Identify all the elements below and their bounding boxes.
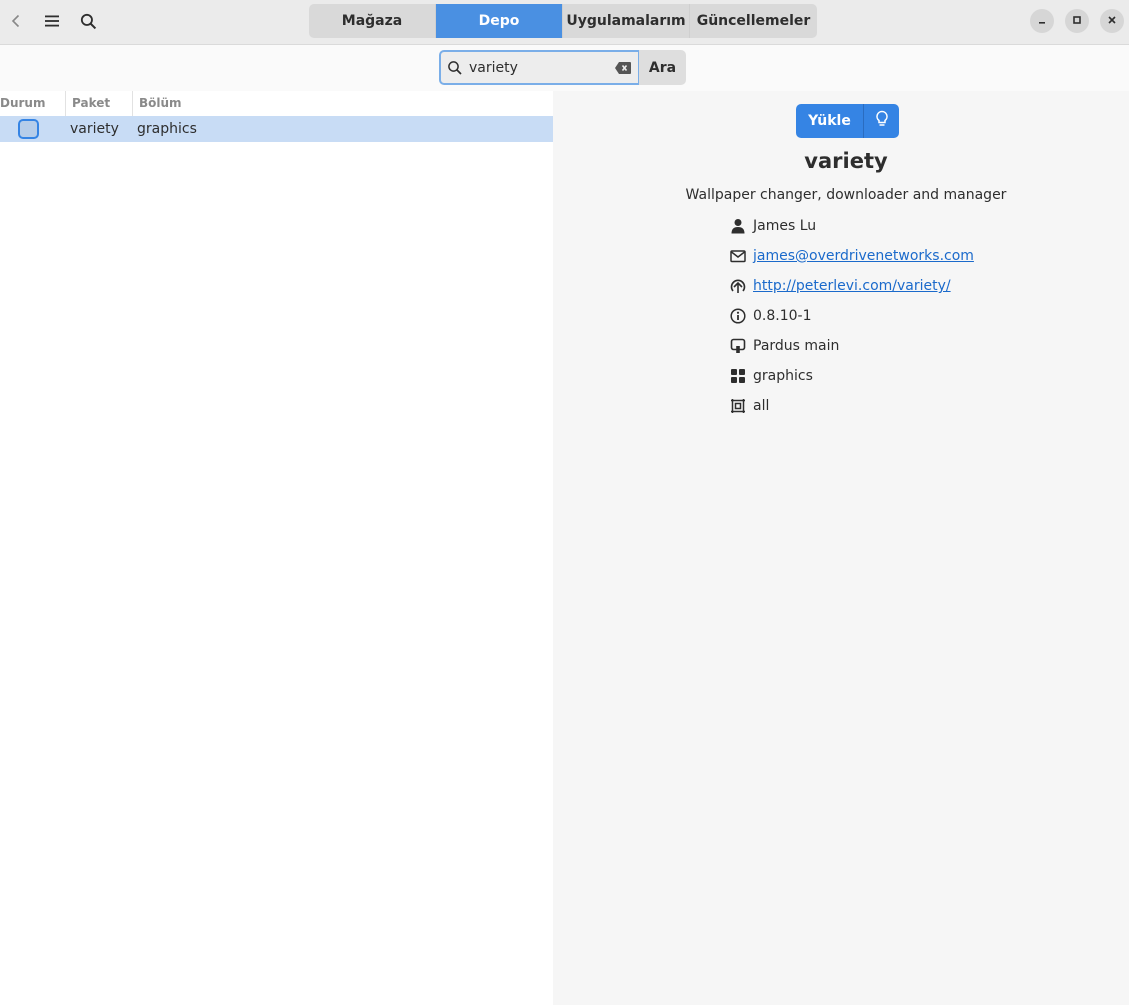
architecture-row: all (729, 395, 769, 417)
hamburger-menu-icon (44, 13, 60, 29)
chevron-left-icon (8, 13, 24, 29)
search-icon (80, 13, 97, 30)
tab-guncellemeler[interactable]: Güncellemeler (690, 4, 817, 38)
search-bar: Ara (0, 45, 1129, 91)
package-list: Durum Paket Bölüm variety graphics (0, 91, 553, 1005)
origin-row: Pardus main (729, 335, 839, 357)
search-toggle-button[interactable] (72, 5, 104, 37)
version-row: 0.8.10-1 (729, 305, 812, 327)
column-header-durum[interactable]: Durum (0, 91, 45, 116)
table-row[interactable]: variety graphics (0, 116, 553, 142)
close-icon (1107, 13, 1117, 29)
homepage-row: http://peterlevi.com/variety/ (729, 275, 951, 297)
header-bar: Mağaza Depo Uygulamalarım Güncellemeler (0, 0, 1129, 45)
suggest-button[interactable] (863, 104, 899, 138)
repository-icon (729, 337, 747, 355)
column-header-paket[interactable]: Paket (72, 91, 110, 116)
column-divider (65, 91, 66, 116)
minimize-button[interactable] (1030, 9, 1054, 33)
section-value: graphics (753, 368, 813, 384)
install-button-group: Yükle (796, 104, 899, 138)
package-detail-pane: Yükle variety Wallpaper changer, downloa… (553, 91, 1129, 1005)
status-checkbox[interactable] (18, 119, 39, 139)
section-cell: graphics (137, 121, 197, 137)
column-divider (132, 91, 133, 116)
section-row: graphics (729, 365, 813, 387)
version-value: 0.8.10-1 (753, 308, 812, 324)
maintainer-name: James Lu (753, 218, 817, 234)
homepage-link[interactable]: http://peterlevi.com/variety/ (753, 278, 951, 294)
person-icon (729, 217, 747, 235)
package-description: Wallpaper changer, downloader and manage… (685, 187, 1007, 203)
column-headers: Durum Paket Bölüm (0, 91, 553, 116)
tab-magaza[interactable]: Mağaza (309, 4, 436, 38)
info-icon (729, 307, 747, 325)
architecture-value: all (753, 398, 770, 414)
view-switcher: Mağaza Depo Uygulamalarım Güncellemeler (309, 4, 817, 38)
search-icon (447, 60, 463, 76)
search-input[interactable] (469, 59, 609, 76)
search-button[interactable]: Ara (639, 50, 686, 85)
menu-button[interactable] (36, 5, 68, 37)
close-button[interactable] (1100, 9, 1124, 33)
origin-value: Pardus main (753, 338, 840, 354)
email-link[interactable]: james@overdrivenetworks.com (753, 248, 974, 264)
package-name-cell: variety (70, 121, 119, 137)
clear-search-icon[interactable] (614, 61, 632, 75)
install-button[interactable]: Yükle (796, 104, 863, 138)
tab-uygulamalarim[interactable]: Uygulamalarım (563, 4, 690, 38)
tab-depo[interactable]: Depo (436, 4, 563, 38)
lightbulb-icon (875, 110, 889, 132)
maximize-icon (1072, 13, 1082, 29)
search-entry[interactable] (439, 50, 640, 85)
column-header-bolum[interactable]: Bölüm (139, 91, 182, 116)
maximize-button[interactable] (1065, 9, 1089, 33)
architecture-icon (729, 397, 747, 415)
minimize-icon (1037, 13, 1047, 29)
back-button[interactable] (0, 5, 32, 37)
mail-icon (729, 247, 747, 265)
web-link-icon (729, 277, 747, 295)
category-grid-icon (729, 367, 747, 385)
email-row: james@overdrivenetworks.com (729, 245, 974, 267)
maintainer-row: James Lu (729, 215, 816, 237)
package-title: variety (804, 149, 888, 173)
